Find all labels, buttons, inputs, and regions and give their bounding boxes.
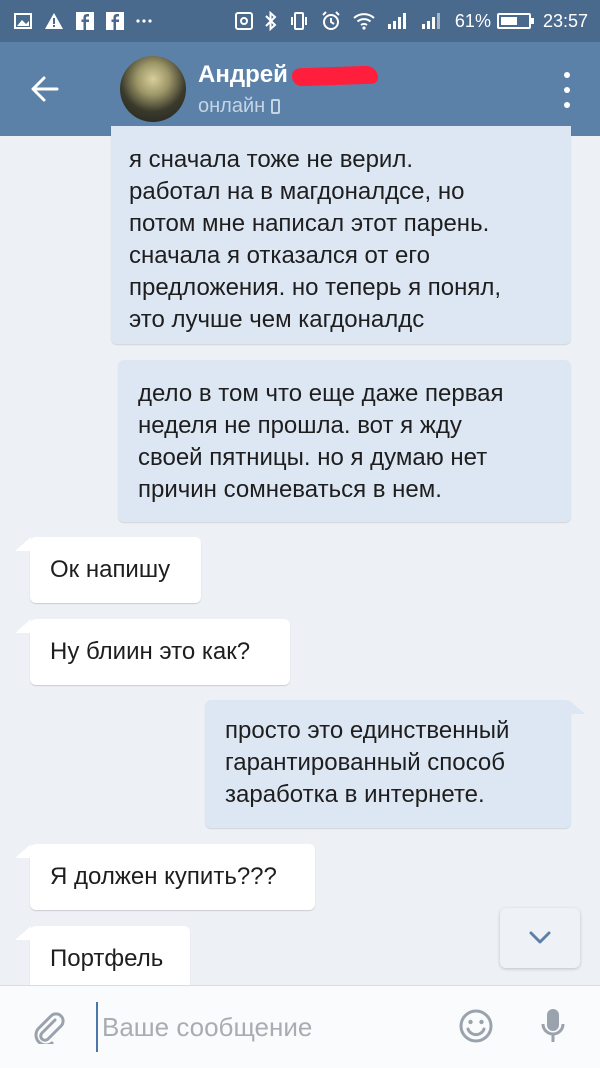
microphone-icon <box>541 1009 565 1042</box>
status-bar: 61% 23:57 <box>0 0 600 42</box>
contact-status: онлайн <box>198 95 378 118</box>
vibrate-icon <box>289 12 309 30</box>
warning-icon <box>44 12 64 30</box>
message-line: Я должен купить??? <box>50 863 277 890</box>
redaction-mark <box>291 65 379 86</box>
mobile-icon <box>271 98 281 114</box>
message-line: дело в том что еще даже первая <box>138 380 504 407</box>
alarm-icon <box>321 11 341 31</box>
message-line: предложения. но теперь я понял, <box>129 274 502 301</box>
notification-icons <box>14 12 152 30</box>
dot <box>564 72 570 78</box>
signal-icon <box>387 12 409 30</box>
message-line: просто это единственный <box>225 717 510 744</box>
battery-percent: 61% <box>454 10 491 31</box>
more-notifications-icon <box>136 18 152 24</box>
chevron-down-icon <box>529 931 551 944</box>
message-line: своей пятницы. но я думаю нет <box>138 444 488 471</box>
battery-level-fill <box>500 17 517 25</box>
system-icons: 61% 23:57 <box>234 10 588 32</box>
battery-indicator: 61% <box>454 10 534 32</box>
message-line: это лучше чем кагдоналдс <box>129 306 425 333</box>
arrow-left-icon <box>31 76 59 102</box>
attach-button[interactable] <box>0 986 96 1068</box>
smiley-icon <box>459 1009 493 1043</box>
more-menu-button[interactable] <box>556 72 578 108</box>
message-input[interactable] <box>96 1002 432 1052</box>
signal-icon <box>421 12 443 30</box>
dot <box>564 102 570 108</box>
message-incoming[interactable]: Я должен купить??? <box>15 844 315 910</box>
message-line: гарантированный способ <box>225 749 505 776</box>
message-line: заработка в интернете. <box>225 781 485 808</box>
screenshot-icon <box>234 12 253 30</box>
message-outgoing[interactable]: я сначала тоже не верил. работал на в ма… <box>111 126 571 344</box>
message-outgoing[interactable]: дело в том что еще даже первая неделя не… <box>118 360 571 522</box>
chat-header: Андрей онлайн <box>0 42 600 136</box>
message-line: Портфель <box>50 945 164 972</box>
message-line: Ок напишу <box>50 556 171 583</box>
message-composer <box>0 985 600 1068</box>
message-line: я сначала тоже не верил. <box>129 146 414 173</box>
paperclip-icon <box>34 1012 65 1044</box>
voice-message-button[interactable] <box>528 998 578 1054</box>
clock: 23:57 <box>542 10 588 31</box>
bluetooth-icon <box>265 11 277 31</box>
message-line: причин сомневаться в нем. <box>138 476 442 503</box>
message-incoming[interactable]: Портфель <box>15 926 190 992</box>
back-button[interactable] <box>0 42 90 136</box>
message-line: сначала я отказался от его <box>129 242 430 269</box>
contact-info[interactable]: Андрей онлайн <box>198 60 379 118</box>
avatar[interactable] <box>120 56 186 122</box>
message-outgoing[interactable]: просто это единственный гарантированный … <box>205 700 585 828</box>
facebook-icon <box>106 12 124 30</box>
emoji-button[interactable] <box>448 998 504 1054</box>
online-status: онлайн <box>198 94 266 117</box>
message-line: потом мне написал этот парень. <box>129 210 490 237</box>
scroll-to-bottom-button[interactable] <box>500 908 580 968</box>
wifi-icon <box>353 12 375 30</box>
message-incoming[interactable]: Ок напишу <box>15 537 201 603</box>
message-line: Ну блиин это как? <box>50 638 251 665</box>
dot <box>564 87 570 93</box>
message-incoming[interactable]: Ну блиин это как? <box>15 619 290 685</box>
battery-icon <box>496 13 534 29</box>
message-line: неделя не прошла. вот я жду <box>138 412 462 439</box>
contact-name-row: Андрей <box>198 60 379 89</box>
message-line: работал на в магдоналдсе, но <box>129 178 465 205</box>
facebook-icon <box>76 12 94 30</box>
contact-name: Андрей <box>198 60 288 88</box>
image-icon <box>14 13 32 29</box>
